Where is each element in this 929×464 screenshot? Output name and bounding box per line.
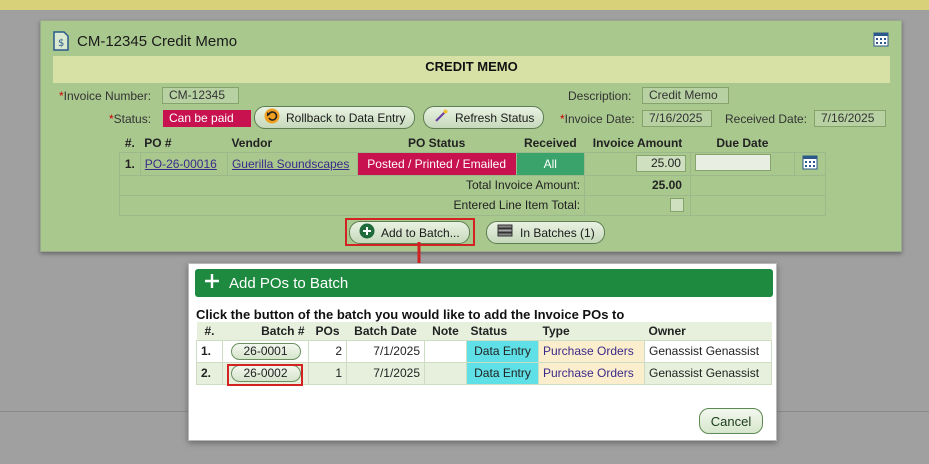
due-date-calendar-icon[interactable] xyxy=(802,155,818,173)
credit-memo-panel: $ CM-12345 Credit Memo CREDIT MEMO *Invo… xyxy=(40,20,902,252)
po-link[interactable]: PO-26-00016 xyxy=(145,157,217,171)
col-po-status: PO Status xyxy=(407,135,466,150)
undo-icon xyxy=(264,108,280,127)
svg-text:$: $ xyxy=(58,38,64,49)
col-due-date: Due Date xyxy=(716,135,769,150)
col-num: #. xyxy=(124,135,135,150)
received-cell: All xyxy=(515,151,586,176)
row-num: 1. xyxy=(119,151,141,176)
status-cell: Data Entry xyxy=(466,339,539,363)
table-row: 1. PO-26-00016 Guerilla Soundscapes Post… xyxy=(119,151,827,176)
refresh-status-button[interactable]: Refresh Status xyxy=(423,106,545,129)
vendor-link[interactable]: Guerilla Soundscapes xyxy=(232,157,349,171)
status-label: *Status: xyxy=(109,112,152,126)
description-label: Description: xyxy=(568,89,632,103)
row-num: 2. xyxy=(196,361,223,385)
batch-date: 7/1/2025 xyxy=(346,361,425,385)
pos-count: 2 xyxy=(308,339,347,363)
col-po: PO # xyxy=(144,135,172,150)
dialog-instruction: Click the button of the batch you would … xyxy=(196,307,625,322)
invoice-number-label: *Invoice Number: xyxy=(59,89,152,103)
owner-cell: Genassist Genassist xyxy=(644,339,772,363)
dialog-title: Add POs to Batch xyxy=(229,274,349,292)
table-row: 1. 26-0001 2 7/1/2025 Data Entry Purchas… xyxy=(196,339,772,363)
cancel-button[interactable]: Cancel xyxy=(699,408,763,434)
po-status-cell: Posted / Printed / Emailed xyxy=(356,151,517,176)
received-date-label: Received Date: xyxy=(725,112,808,126)
top-bar xyxy=(0,0,929,10)
page-title: CM-12345 Credit Memo xyxy=(77,32,238,50)
invoice-date-label: *Invoice Date: xyxy=(560,112,635,126)
col-pos: POs xyxy=(308,322,347,340)
note xyxy=(424,339,467,363)
document-dollar-icon: $ xyxy=(53,31,69,51)
status-cell: Data Entry xyxy=(466,361,539,385)
col-num: #. xyxy=(196,322,223,340)
highlight-box xyxy=(227,364,303,386)
total-value: 25.00 xyxy=(584,174,691,196)
col-note: Note xyxy=(424,322,467,340)
refresh-status-label: Refresh Status xyxy=(455,110,535,125)
row-num: 1. xyxy=(196,339,223,363)
pos-count: 1 xyxy=(308,361,347,385)
description-field[interactable]: Credit Memo xyxy=(642,87,729,104)
invoice-date-field[interactable]: 7/16/2025 xyxy=(642,110,712,127)
batch-date: 7/1/2025 xyxy=(346,339,425,363)
owner-cell: Genassist Genassist xyxy=(644,361,772,385)
col-owner: Owner xyxy=(644,322,772,340)
rollback-button[interactable]: Rollback to Data Entry xyxy=(254,106,416,129)
type-cell: Purchase Orders xyxy=(538,339,645,363)
col-batch: Batch # xyxy=(222,322,309,340)
col-invoice-amount: Invoice Amount xyxy=(592,135,683,150)
memo-title-row: $ CM-12345 Credit Memo xyxy=(53,31,237,51)
batch-button-26-0001[interactable]: 26-0001 xyxy=(230,342,301,360)
plus-icon xyxy=(205,274,219,292)
note xyxy=(424,361,467,385)
credit-memo-banner: CREDIT MEMO xyxy=(53,56,890,83)
col-type: Type xyxy=(538,322,645,340)
in-batches-button[interactable]: In Batches (1) xyxy=(486,221,605,244)
col-batch-date: Batch Date xyxy=(346,322,425,340)
add-pos-dialog: Add POs to Batch Click the button of the… xyxy=(188,263,777,441)
stack-icon xyxy=(496,223,514,242)
type-cell: Purchase Orders xyxy=(538,361,645,385)
invoice-number-field[interactable]: CM-12345 xyxy=(162,87,239,104)
col-status: Status xyxy=(466,322,539,340)
rollback-label: Rollback to Data Entry xyxy=(286,110,406,125)
in-batches-label: In Batches (1) xyxy=(520,225,595,240)
entered-total-label: Entered Line Item Total: xyxy=(118,194,586,216)
col-received: Received xyxy=(523,135,577,150)
invoice-amount-input[interactable]: 25.00 xyxy=(635,155,686,172)
dialog-header: Add POs to Batch xyxy=(195,269,773,297)
status-badge: Can be paid xyxy=(163,110,251,127)
col-vendor: Vendor xyxy=(231,135,273,150)
due-date-input[interactable] xyxy=(694,153,771,171)
total-label: Total Invoice Amount: xyxy=(118,174,586,196)
po-table: #. PO # Vendor PO Status Received Invoic… xyxy=(118,134,827,216)
wand-icon xyxy=(433,108,449,127)
entered-row: Entered Line Item Total: xyxy=(118,194,827,216)
entered-total-checkbox[interactable] xyxy=(669,198,684,213)
received-date-field[interactable]: 7/16/2025 xyxy=(814,110,886,127)
total-row: Total Invoice Amount: 25.00 xyxy=(118,174,827,196)
calendar-icon[interactable] xyxy=(873,31,889,47)
